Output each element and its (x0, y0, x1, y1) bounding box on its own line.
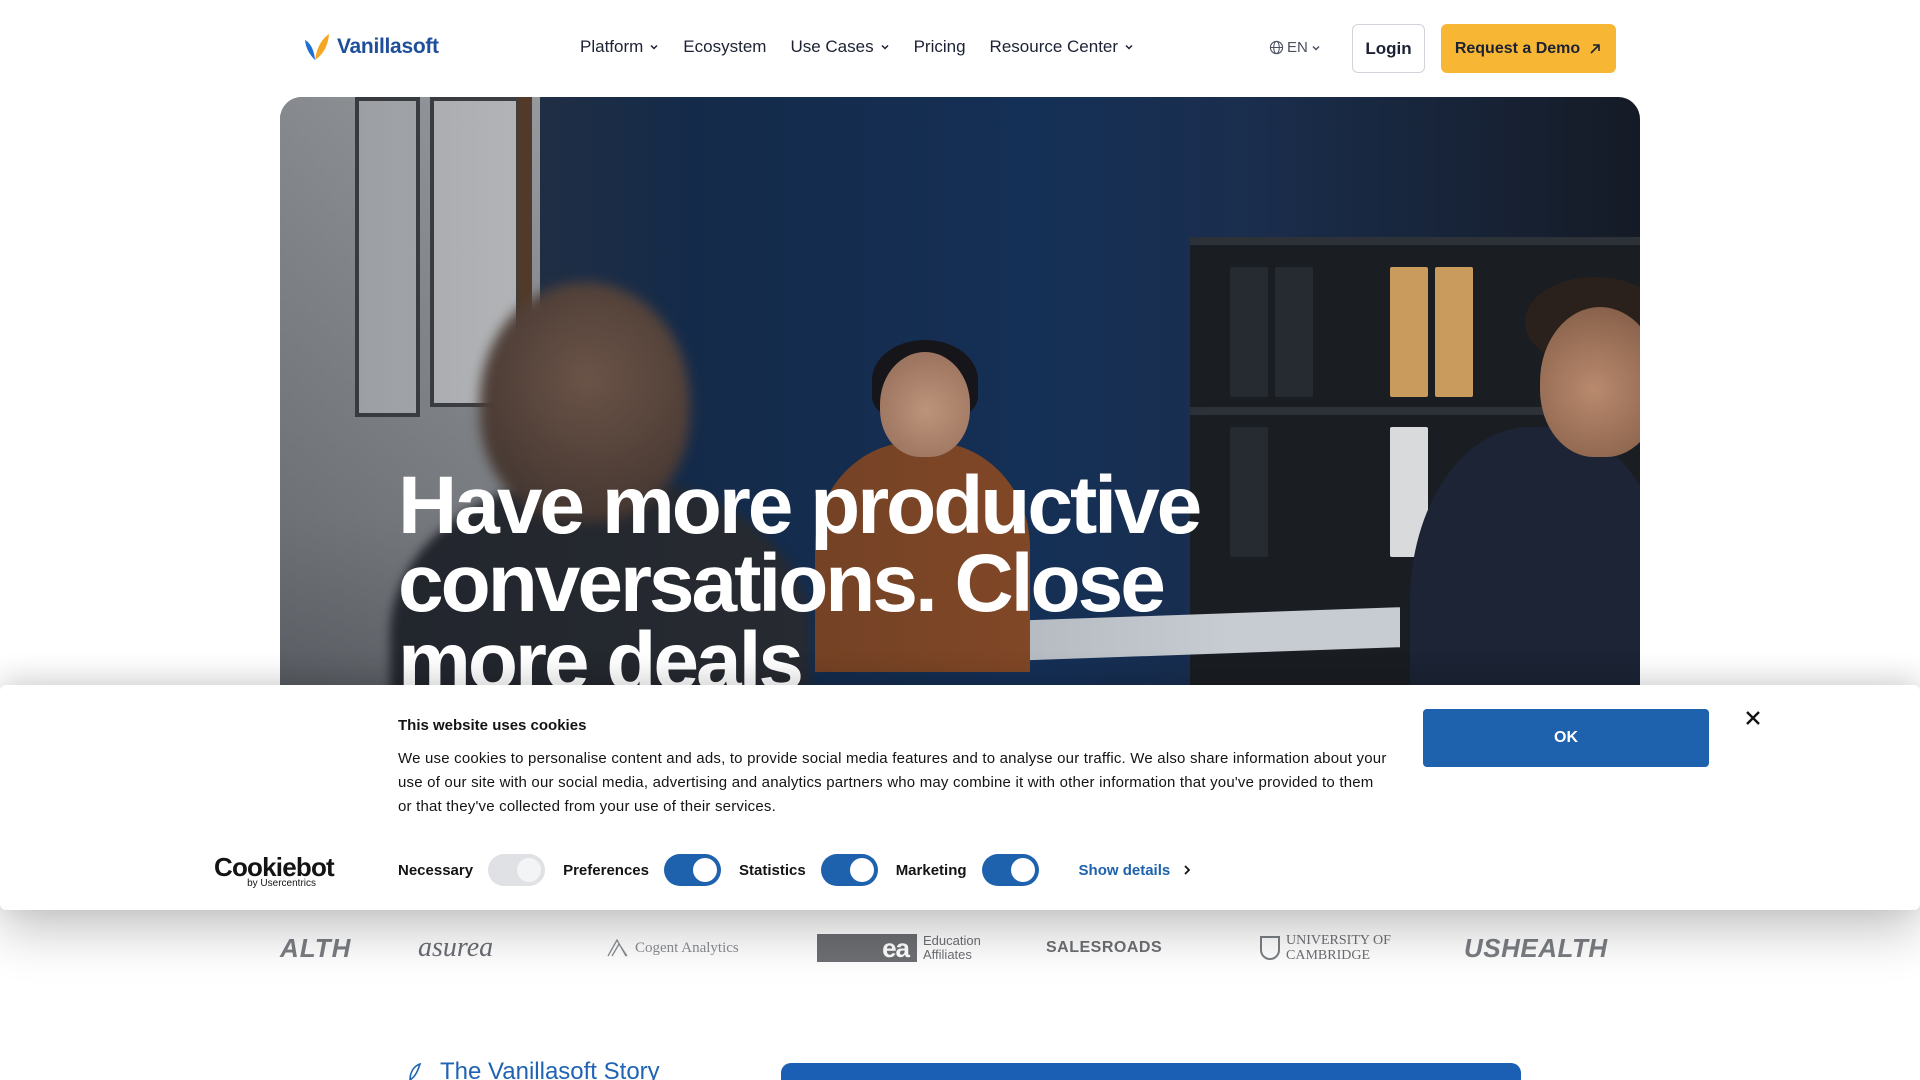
chevron-right-icon (1184, 865, 1191, 875)
consent-label: Necessary (398, 861, 474, 879)
consent-necessary: Necessary (398, 854, 546, 886)
main-nav: Platform Ecosystem Use Cases Pricing Res… (580, 37, 1134, 57)
vanilla-flower-icon (409, 1062, 422, 1080)
nav-item-label: Use Cases (790, 37, 874, 56)
close-icon[interactable] (1740, 705, 1766, 731)
site-header: Vanillasoft Platform Ecosystem Use Cases… (0, 0, 1920, 97)
consent-label: Preferences (563, 861, 649, 879)
nav-item-ecosystem[interactable]: Ecosystem (683, 37, 766, 57)
preferences-toggle[interactable] (663, 854, 721, 886)
vanillasoft-logo[interactable]: Vanillasoft (303, 32, 439, 62)
globe-icon (1269, 40, 1284, 55)
logo-text: Vanillasoft (337, 35, 439, 58)
nav-item-label: Pricing (913, 37, 966, 56)
cookie-title: This website uses cookies (398, 717, 587, 734)
client-logo-cambridge: UNIVERSITY OF CAMBRIDGE (1260, 925, 1391, 971)
chevron-down-icon (1312, 45, 1320, 51)
nav-item-label: Ecosystem (683, 37, 767, 56)
consent-label: Statistics (738, 861, 806, 879)
cookiebot-brand: Cookiebot (214, 852, 335, 882)
client-logo-salesroads: SALESROADS (1046, 939, 1163, 956)
language-selector[interactable]: EN (1269, 39, 1321, 56)
client-logo-text: Affiliates (923, 947, 972, 962)
nav-item-label: Platform (580, 37, 644, 56)
nav-item-label: Resource Center (989, 37, 1119, 56)
consent-marketing: Marketing (896, 854, 1039, 886)
client-logo-text: UNIVERSITY OF (1286, 933, 1391, 948)
nav-item-use-cases[interactable]: Use Cases (790, 37, 889, 57)
hero-title: Have more productive conversations. Clos… (398, 460, 1202, 707)
consent-options: Necessary Preferences Statistics Marketi… (398, 854, 1192, 886)
consent-preferences: Preferences (563, 854, 721, 886)
cogent-mark-icon (607, 939, 628, 957)
story-title: The Vanillasoft Story (440, 1058, 660, 1080)
nav-item-resource-center[interactable]: Resource Center (990, 37, 1135, 57)
consent-label: Marketing (895, 861, 967, 879)
login-button[interactable]: Login (1352, 24, 1425, 73)
cookie-banner: Cookiebot by Usercentrics This website u… (0, 685, 1920, 910)
cookie-ok-button[interactable]: OK (1423, 709, 1709, 767)
vanillasoft-logo-icon (305, 34, 329, 60)
show-details-label: Show details (1078, 861, 1171, 879)
client-logo-ushealth: USHEALTH (1464, 932, 1608, 963)
arrow-up-right-icon (1590, 43, 1600, 54)
cambridge-crest-icon (1260, 936, 1280, 960)
show-details-link[interactable]: Show details (1079, 862, 1193, 879)
nav-item-platform[interactable]: Platform (580, 37, 659, 57)
client-logo-text: Cogent Analytics (635, 939, 739, 956)
story-heading: The Vanillasoft Story (404, 1058, 660, 1080)
language-label: EN (1287, 39, 1308, 56)
statistics-toggle[interactable] (820, 854, 878, 886)
client-logo-health: ALTH (280, 932, 352, 963)
cookiebot-logo: Cookiebot by Usercentrics (214, 852, 335, 889)
client-logo-asurea: asurea (418, 932, 494, 963)
story-video[interactable] (781, 1063, 1521, 1080)
marketing-toggle[interactable] (981, 854, 1039, 886)
request-demo-label: Request a Demo (1454, 39, 1581, 57)
nav-item-pricing[interactable]: Pricing (914, 37, 966, 57)
chevron-down-icon (650, 44, 658, 50)
cookie-text: We use cookies to personalise content an… (398, 750, 1387, 815)
necessary-toggle (488, 854, 546, 886)
chevron-down-icon (1125, 44, 1133, 50)
client-logo-cogent-analytics: Cogent Analytics (607, 925, 739, 971)
client-logo-text: CAMBRIDGE (1286, 948, 1371, 963)
client-logo-education-affiliates: ea Education Affiliates (817, 925, 981, 971)
request-demo-button[interactable]: Request a Demo (1441, 24, 1616, 73)
chevron-down-icon (881, 44, 889, 50)
client-logo-text: Education (923, 933, 981, 948)
ea-mark: ea (817, 933, 917, 963)
client-logos: ALTH asurea Cogent Analytics ea Educatio… (280, 925, 1640, 971)
consent-statistics: Statistics (739, 854, 878, 886)
